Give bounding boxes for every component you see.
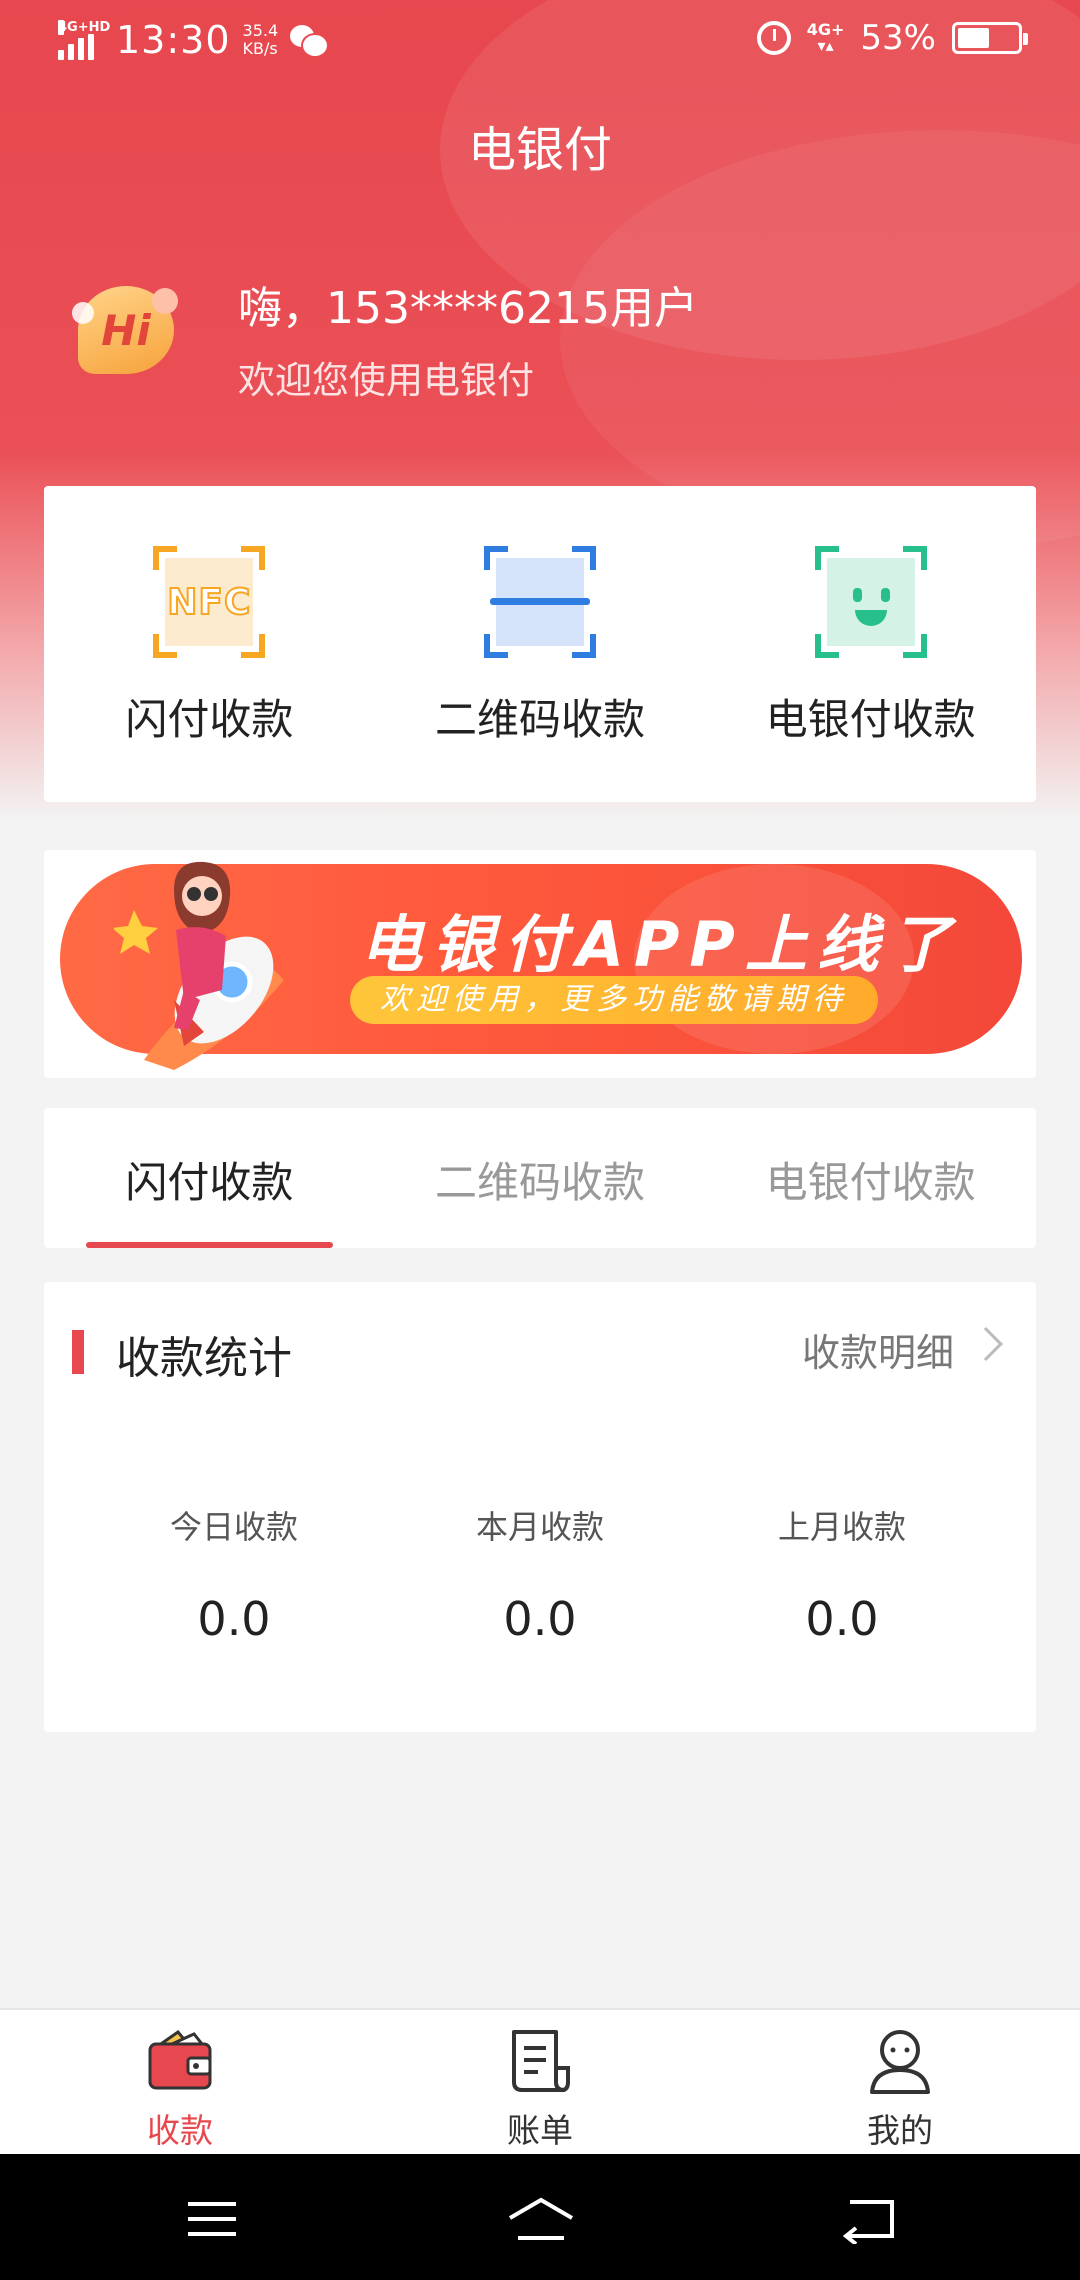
greeting-name: 嗨，153****6215用户 xyxy=(238,283,698,334)
avatar: Hi xyxy=(72,280,182,380)
stats-card: 收款统计 收款明细 今日收款 0.0 本月收款 0.0 上月收款 0.0 xyxy=(44,1282,1036,1732)
stats-detail-link[interactable]: 收款明细 xyxy=(802,1322,954,1377)
nfc-icon-text: NFC xyxy=(166,581,252,624)
page-title: 电银付 xyxy=(467,122,612,178)
banner-title: 电银付APP上线了 xyxy=(360,908,961,981)
stat-value: 0.0 xyxy=(197,1592,271,1646)
wallet-icon xyxy=(148,2029,212,2090)
signal-icon: 4G+HD xyxy=(58,20,111,60)
menu-icon[interactable] xyxy=(182,2194,242,2244)
network-4g-icon: 4G+ ▾▴ xyxy=(806,20,845,55)
network-label: 4G+HD xyxy=(58,20,111,35)
nav-label: 我的 xyxy=(867,2111,933,2150)
stat-label: 本月收款 xyxy=(475,1508,604,1546)
battery-icon xyxy=(952,22,1028,54)
speed-value: 35.4 xyxy=(242,21,279,40)
quick-action-qr[interactable]: 二维码收款 xyxy=(375,486,706,802)
nav-label: 账单 xyxy=(507,2111,573,2150)
nav-label: 收款 xyxy=(147,2111,213,2150)
rocket-girl-illustration xyxy=(114,861,284,1070)
promo-banner[interactable]: 电银付APP上线了 欢迎使用，更多功能敬请期待 xyxy=(44,850,1036,1078)
home-icon[interactable] xyxy=(506,2194,576,2244)
nav-bill[interactable]: 账单 xyxy=(360,2010,720,2154)
stat-today: 今日收款 0.0 xyxy=(84,1502,384,1646)
chevron-right-icon[interactable] xyxy=(969,1327,1003,1361)
stats-title: 收款统计 xyxy=(116,1333,292,1384)
quick-action-label: 电银付收款 xyxy=(765,695,976,744)
stat-last-month: 上月收款 0.0 xyxy=(692,1502,992,1646)
tab-nfc[interactable]: 闪付收款 xyxy=(44,1108,375,1248)
stat-value: 0.0 xyxy=(805,1592,879,1646)
avatar-dot xyxy=(72,302,94,324)
quick-action-face[interactable]: 电银付收款 xyxy=(705,486,1036,802)
speed-unit: KB/s xyxy=(242,39,278,58)
nav-mine[interactable]: 我的 xyxy=(720,2010,1080,2154)
back-icon[interactable] xyxy=(840,2194,900,2244)
stat-label: 今日收款 xyxy=(169,1508,298,1546)
status-time: 13:30 xyxy=(116,18,231,62)
tab-qr[interactable]: 二维码收款 xyxy=(375,1108,706,1248)
nfc-icon: NFC xyxy=(153,546,266,658)
bill-icon xyxy=(512,2030,570,2092)
quick-action-label: 二维码收款 xyxy=(435,695,646,744)
tab-face[interactable]: 电银付收款 xyxy=(705,1108,1036,1248)
banner-subtitle: 欢迎使用，更多功能敬请期待 xyxy=(350,976,878,1024)
qr-scan-icon xyxy=(484,546,596,658)
user-icon xyxy=(870,2030,930,2094)
battery-fill xyxy=(958,28,989,48)
quick-action-nfc[interactable]: NFC 闪付收款 xyxy=(44,486,375,802)
stat-label: 上月收款 xyxy=(777,1508,906,1546)
greeting-subtitle: 欢迎您使用电银付 xyxy=(238,359,534,402)
network-speed: 35.4 KB/s xyxy=(243,22,279,58)
system-nav-bar xyxy=(0,2154,1080,2280)
status-bar: 4G+HD 13:30 35.4 KB/s 4G+ ▾▴ 53% xyxy=(0,0,1080,84)
quick-actions-card: NFC 闪付收款 二维码收款 电银付收款 xyxy=(44,486,1036,802)
wechat-icon xyxy=(290,23,328,57)
stat-value: 0.0 xyxy=(503,1592,577,1646)
avatar-dot xyxy=(152,288,178,314)
section-marker xyxy=(72,1330,84,1374)
battery-percent: 53% xyxy=(860,18,936,58)
nav-collect[interactable]: 收款 xyxy=(0,2010,360,2154)
bottom-nav: 收款 账单 我的 xyxy=(0,2008,1080,2154)
stat-month: 本月收款 0.0 xyxy=(390,1502,690,1646)
status-right: 4G+ ▾▴ 53% xyxy=(756,18,1028,58)
face-scan-icon xyxy=(814,546,927,658)
alarm-icon xyxy=(756,21,791,55)
collection-tabs: 闪付收款 二维码收款 电银付收款 xyxy=(44,1108,1036,1248)
app-root: 4G+HD 13:30 35.4 KB/s 4G+ ▾▴ 53% 电银付 Hi … xyxy=(0,0,1080,2280)
quick-action-label: 闪付收款 xyxy=(125,695,294,744)
status-left: 4G+HD 13:30 35.4 KB/s xyxy=(58,18,328,62)
